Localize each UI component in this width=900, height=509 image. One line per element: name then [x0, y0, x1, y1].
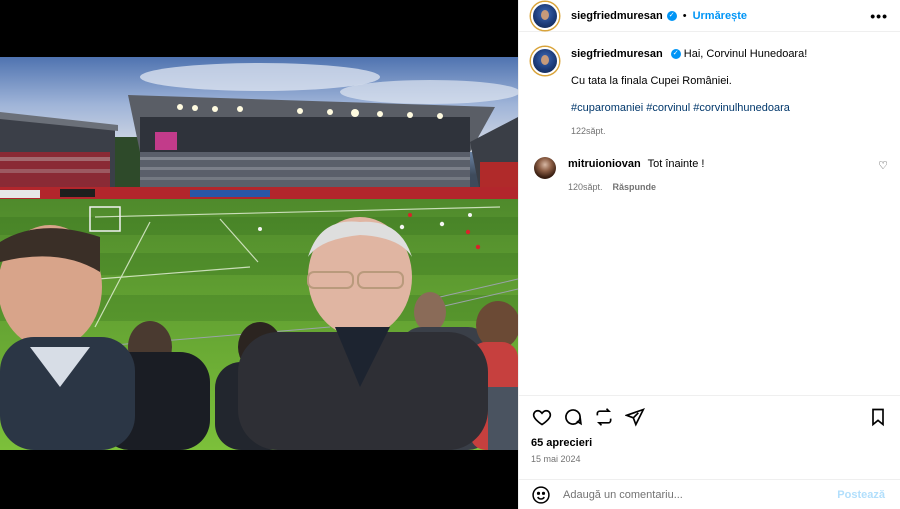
follow-button[interactable]: Urmărește: [693, 10, 747, 22]
reply-button[interactable]: Răspunde: [613, 182, 657, 192]
caption-hashtags[interactable]: #cuparomaniei #corvinul #corvinulhunedoa…: [571, 101, 888, 116]
bookmark-icon[interactable]: [867, 406, 889, 428]
caption-meta: 122săpt.: [571, 124, 888, 139]
caption: siegfriedmuresan ✓ Hai, Corvinul Hunedoar…: [531, 47, 888, 139]
comment-meta: 120săpt. Răspunde: [568, 180, 870, 195]
comment-input[interactable]: [563, 488, 838, 501]
stadium-photo-illustration: [0, 57, 518, 450]
comment-like-heart-icon[interactable]: ♡: [878, 159, 888, 172]
emoji-icon[interactable]: [531, 485, 551, 505]
add-comment-bar: Postează: [519, 479, 900, 509]
comment-username[interactable]: mitruioniovan: [568, 158, 641, 170]
post-details-panel: siegfriedmuresan ✓ • Urmărește ••• siegf…: [518, 0, 900, 509]
comment-item: mitruioniovan Tot înainte ! 120săpt. Răsp…: [531, 157, 888, 195]
caption-username[interactable]: siegfriedmuresan: [571, 48, 663, 60]
caption-avatar[interactable]: [531, 47, 559, 75]
verified-badge-icon: ✓: [670, 49, 681, 60]
comments-section: siegfriedmuresan ✓ Hai, Corvinul Hunedoar…: [519, 32, 900, 395]
media-panel: [0, 0, 518, 509]
caption-body: siegfriedmuresan ✓ Hai, Corvinul Hunedoar…: [571, 47, 888, 139]
repost-icon[interactable]: [593, 406, 615, 428]
comment-text: Tot înainte !: [647, 158, 705, 170]
action-bar: [519, 395, 900, 437]
commenter-avatar[interactable]: [534, 157, 556, 179]
heart-icon[interactable]: [531, 406, 553, 428]
comment-icon[interactable]: [562, 406, 584, 428]
caption-text-line2: Cu tata la finala Cupei României.: [571, 75, 732, 87]
caption-text-line1: Hai, Corvinul Hunedoara!: [683, 48, 808, 60]
caption-time[interactable]: 122săpt.: [571, 126, 606, 136]
send-icon[interactable]: [624, 406, 646, 428]
author-username[interactable]: siegfriedmuresan: [571, 10, 663, 22]
more-options-icon[interactable]: •••: [870, 8, 888, 24]
comment-time[interactable]: 120săpt.: [568, 182, 603, 192]
author-avatar[interactable]: [531, 1, 559, 30]
separator-dot: •: [682, 9, 687, 22]
post-photo[interactable]: [0, 57, 518, 450]
likes-count[interactable]: 65 aprecieri: [531, 437, 592, 449]
post-comment-button[interactable]: Postează: [837, 489, 885, 501]
verified-badge-icon: ✓: [666, 10, 677, 21]
post-date[interactable]: 15 mai 2024: [531, 454, 581, 464]
post-header: siegfriedmuresan ✓ • Urmărește •••: [519, 0, 900, 32]
comment-body: mitruioniovan Tot înainte ! 120săpt. Răsp…: [568, 157, 870, 195]
